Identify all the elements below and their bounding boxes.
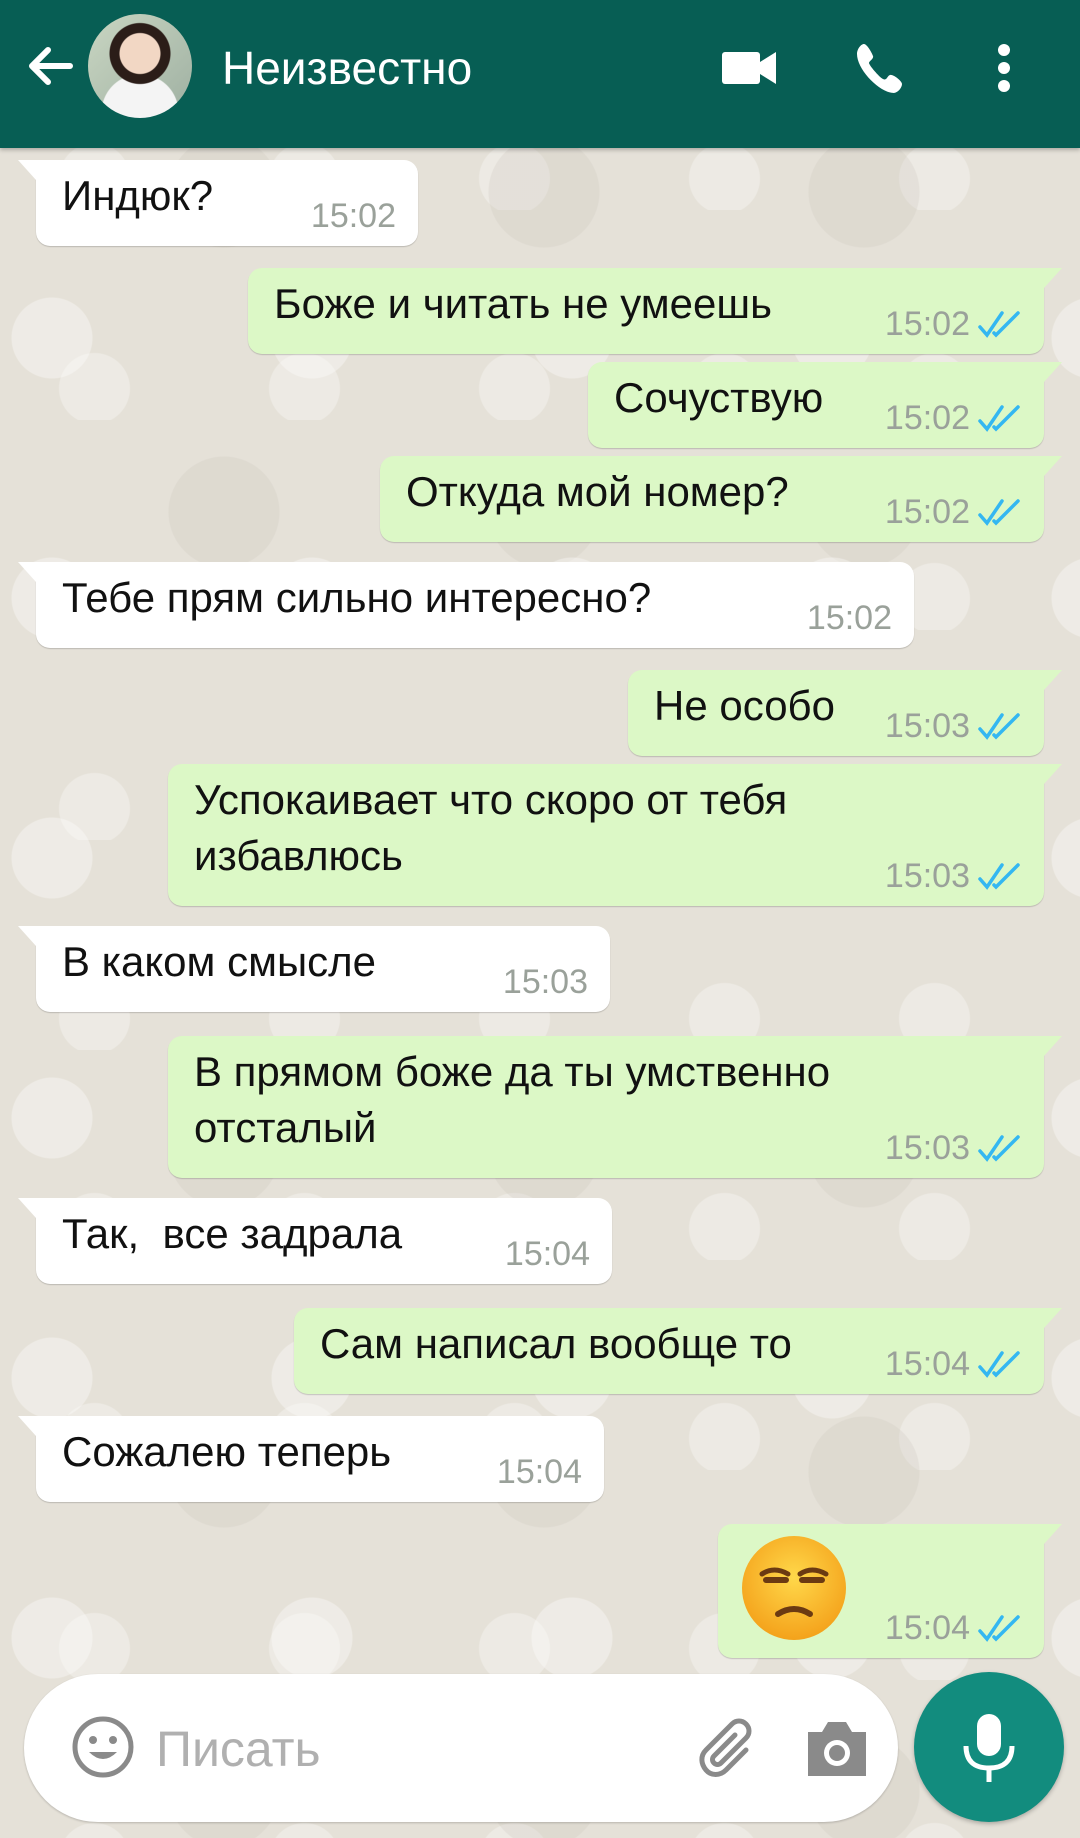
- back-arrow-icon[interactable]: [22, 38, 78, 94]
- read-ticks-icon: [978, 405, 1020, 432]
- message-time: 15:02: [310, 197, 396, 235]
- message-incoming[interactable]: Тебе прям сильно интересно? 15:02: [18, 562, 914, 648]
- read-ticks-icon: [978, 713, 1020, 740]
- video-call-icon[interactable]: [720, 38, 780, 98]
- message-time: 15:02: [884, 305, 970, 343]
- message-time: 15:03: [884, 707, 970, 745]
- read-ticks-icon: [978, 863, 1020, 890]
- phone-icon[interactable]: [852, 38, 912, 98]
- message-time: 15:04: [884, 1345, 970, 1383]
- message-incoming[interactable]: Сожалею теперь 15:04: [18, 1416, 604, 1502]
- message-outgoing[interactable]: Не особо 15:03: [628, 670, 1062, 756]
- read-ticks-icon: [978, 311, 1020, 338]
- message-text: Тебе прям сильно интересно?: [62, 574, 652, 621]
- message-time: 15:02: [884, 399, 970, 437]
- message-time: 15:04: [496, 1453, 582, 1491]
- message-time: 15:04: [884, 1609, 970, 1647]
- message-outgoing[interactable]: В прямом боже да ты умственно отсталый 1…: [168, 1036, 1062, 1178]
- message-outgoing[interactable]: 15:04: [718, 1524, 1062, 1658]
- message-time: 15:03: [502, 963, 588, 1001]
- message-time: 15:02: [806, 599, 892, 637]
- microphone-icon: [963, 1714, 1015, 1782]
- unamused-face-emoji: [742, 1536, 846, 1640]
- chat-header: Неизвестно: [0, 0, 1080, 148]
- read-ticks-icon: [978, 1615, 1020, 1642]
- emoji-icon[interactable]: [70, 1714, 136, 1780]
- attachment-icon[interactable]: [694, 1714, 764, 1784]
- message-incoming[interactable]: В каком смысле 15:03: [18, 926, 610, 1012]
- message-input-bar: [24, 1674, 898, 1822]
- message-outgoing[interactable]: Сочуствую 15:02: [588, 362, 1062, 448]
- contact-avatar[interactable]: [88, 14, 192, 118]
- more-vert-icon[interactable]: [984, 38, 1024, 98]
- message-outgoing[interactable]: Откуда мой номер? 15:02: [380, 456, 1062, 542]
- message-outgoing[interactable]: Сам написал вообще то 15:04: [294, 1308, 1062, 1394]
- read-ticks-icon: [978, 499, 1020, 526]
- camera-icon[interactable]: [804, 1718, 870, 1780]
- message-incoming[interactable]: Индюк? 15:02: [18, 160, 418, 246]
- message-time: 15:04: [504, 1235, 590, 1273]
- message-time: 15:02: [884, 493, 970, 531]
- read-ticks-icon: [978, 1135, 1020, 1162]
- message-time: 15:03: [884, 857, 970, 895]
- message-time: 15:03: [884, 1129, 970, 1167]
- read-ticks-icon: [978, 1351, 1020, 1378]
- message-input[interactable]: [154, 1718, 678, 1780]
- microphone-button[interactable]: [914, 1672, 1064, 1822]
- message-incoming[interactable]: Так, все задрала 15:04: [18, 1198, 612, 1284]
- contact-name[interactable]: Неизвестно: [222, 40, 472, 96]
- message-outgoing[interactable]: Успокаивает что скоро от тебя избавлюсь …: [168, 764, 1062, 906]
- message-outgoing[interactable]: Боже и читать не умеешь 15:02: [248, 268, 1062, 354]
